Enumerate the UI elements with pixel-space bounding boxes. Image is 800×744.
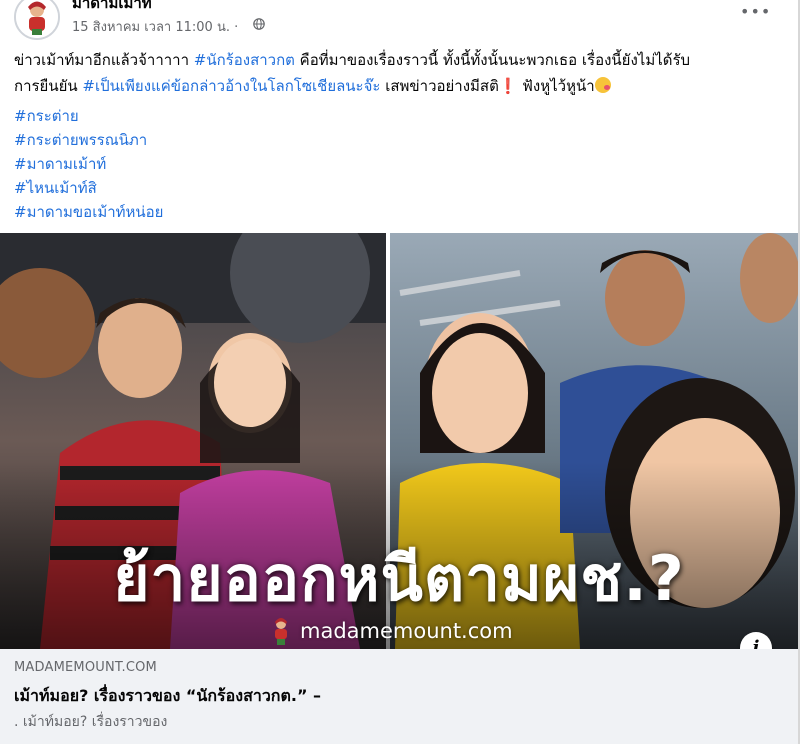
post-text-segment: เสพข่าวอย่างมีสติ xyxy=(380,77,499,95)
post-timestamp[interactable]: 15 สิงหาคม เวลา 11:00 น. · xyxy=(72,16,238,37)
link-domain: MADAMEMOUNT.COM xyxy=(14,660,157,675)
post-text-segment: ข่าวเม้าท์มาอีกแล้วจ้าาาาา xyxy=(14,51,194,69)
post-text-segment: การยืนยัน xyxy=(14,77,83,95)
post-text-segment: คือที่มาของเรื่องราวนี้ ทั้งนี้ทั้งนั้นน… xyxy=(294,51,691,69)
page-avatar[interactable] xyxy=(14,0,60,40)
image-caption-overlay: ย้ายออกหนีตามผช.? xyxy=(113,542,685,615)
post-header: มาดามเม้าท์ 15 สิงหาคม เวลา 11:00 น. · •… xyxy=(0,0,798,40)
link-title[interactable]: เม้าท์มอย? เรื่องราวของ “นักร้องสาวกต.” … xyxy=(14,684,321,709)
image-watermark: madamemount.com xyxy=(268,616,513,646)
hashtag-link[interactable]: #กระต่าย xyxy=(14,104,163,128)
globe-icon xyxy=(253,18,265,30)
face-emoji-icon xyxy=(594,77,611,93)
hashtag-link[interactable]: #มาดามเม้าท์ xyxy=(14,152,163,176)
exclamation-emoji-icon: ❗ xyxy=(498,77,518,95)
hashtag-link[interactable]: #เป็นเพียงแค่ข้อกล่าวอ้างในโลกโซเชียลนะจ… xyxy=(82,77,380,95)
post-text-segment: ฟังหูไว้หูน้า xyxy=(517,77,595,95)
post-message: ข่าวเม้าท์มาอีกแล้วจ้าาาาา #นักร้องสาวกต… xyxy=(14,47,784,99)
watermark-text: madamemount.com xyxy=(300,619,513,643)
link-description: . เม้าท์มอย? เรื่องราวของ xyxy=(14,714,168,730)
link-preview[interactable]: MADAMEMOUNT.COM เม้าท์มอย? เรื่องราวของ … xyxy=(0,649,798,744)
more-options-icon[interactable]: ••• xyxy=(740,2,770,22)
mascot-logo xyxy=(275,618,287,645)
hashtag-list: #กระต่าย #กระต่ายพรรณนิภา #มาดามเม้าท์ #… xyxy=(14,104,163,224)
hashtag-link[interactable]: #ไหนเม้าท์สิ xyxy=(14,176,163,200)
hashtag-link[interactable]: #กระต่ายพรรณนิภา xyxy=(14,128,163,152)
page-name[interactable]: มาดามเม้าท์ xyxy=(72,0,152,15)
hashtag-link[interactable]: #นักร้องสาวกต xyxy=(194,51,295,69)
post-image[interactable]: ย้ายออกหนีตามผช.? madamemount.com i xyxy=(0,233,798,649)
hashtag-link[interactable]: #มาดามขอเม้าท์หน่อย xyxy=(14,200,163,224)
